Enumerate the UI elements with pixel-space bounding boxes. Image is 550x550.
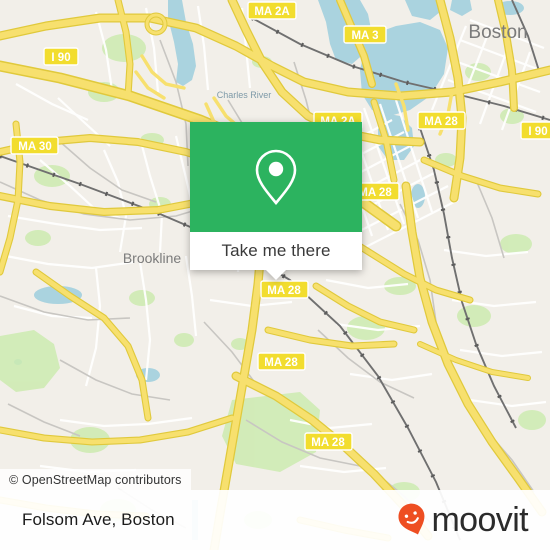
take-me-there-label: Take me there (221, 241, 331, 260)
callout-pointer-tail (266, 270, 286, 280)
moovit-pin-icon (398, 503, 425, 535)
road-shield: I 90 (43, 47, 79, 66)
svg-text:MA 3: MA 3 (351, 30, 378, 42)
road-shield: I 90 (520, 121, 550, 140)
road-shield: MA 28 (304, 432, 353, 451)
svg-text:I 90: I 90 (528, 126, 547, 138)
callout-action-bar[interactable]: Take me there (190, 232, 362, 280)
svg-text:MA 2A: MA 2A (254, 6, 289, 18)
road-shield: MA 28 (417, 111, 466, 130)
moovit-wordmark: moovit (431, 501, 528, 539)
svg-text:I 90: I 90 (51, 52, 70, 64)
map-screen: Boston Brookline Charles River MA 2A MA … (0, 0, 550, 550)
map-label-charles-river: Charles River (217, 90, 272, 100)
bottom-info-bar: Folsom Ave, Boston moovit (0, 490, 550, 550)
road-shield: MA 2A (247, 1, 297, 20)
location-pin-icon (255, 149, 297, 206)
svg-text:MA 30: MA 30 (18, 141, 51, 153)
road-shield: MA 30 (10, 136, 59, 155)
road-shield: MA 3 (343, 25, 387, 44)
road-shield: MA 28 (257, 352, 306, 371)
map-label-boston: Boston (468, 22, 527, 43)
svg-text:MA 28: MA 28 (267, 285, 301, 297)
callout-image-area (190, 122, 362, 232)
svg-text:MA 28: MA 28 (358, 187, 392, 199)
svg-text:MA 28: MA 28 (311, 437, 345, 449)
destination-callout-card[interactable]: Take me there (190, 122, 362, 280)
place-name-label: Folsom Ave, Boston (22, 510, 175, 529)
svg-text:MA 28: MA 28 (424, 116, 458, 128)
moovit-logo[interactable]: moovit (395, 501, 529, 539)
osm-attribution[interactable]: © OpenStreetMap contributors (0, 469, 191, 490)
svg-text:MA 28: MA 28 (264, 357, 298, 369)
map-label-brookline: Brookline (123, 250, 182, 266)
road-shield: MA 28 (260, 280, 309, 299)
